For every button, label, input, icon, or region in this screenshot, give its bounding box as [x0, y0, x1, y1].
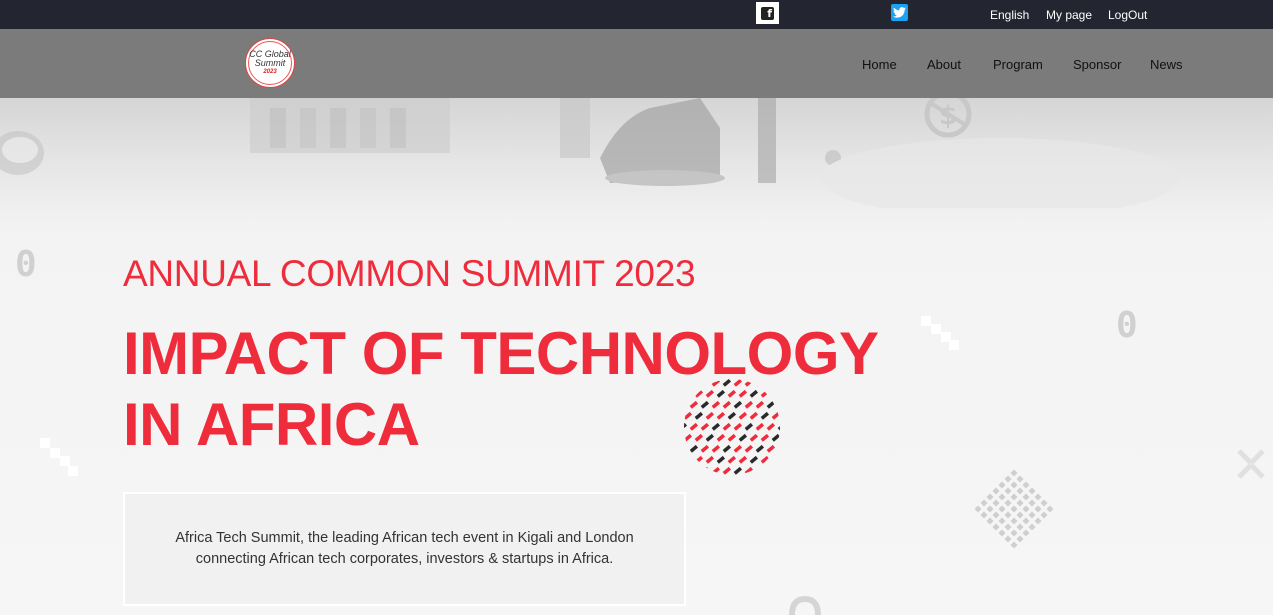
hero-description-box: Africa Tech Summit, the leading African … — [123, 492, 686, 606]
facebook-glyph: f — [761, 6, 774, 20]
main-navbar: CC Global Summit 2023 Home About Program… — [0, 29, 1273, 98]
site-logo[interactable]: CC Global Summit 2023 — [245, 38, 295, 88]
nav-item-home[interactable]: Home — [862, 57, 897, 72]
hero-title: IMPACT OF TECHNOLOGY IN AFRICA — [123, 320, 878, 458]
hero-section: $ 0 0 ANNUAL COMMON SUMMIT 2023 IMPACT O… — [0, 98, 1273, 615]
top-bar: f English My page LogOut — [0, 0, 1273, 29]
decor-zero-right: 0 — [1116, 305, 1138, 346]
nav-item-sponsor[interactable]: Sponsor — [1073, 57, 1121, 72]
language-link[interactable]: English — [990, 8, 1029, 22]
twitter-icon[interactable] — [891, 4, 908, 21]
logo-line-2: Summit — [254, 58, 286, 68]
logout-link[interactable]: LogOut — [1108, 8, 1147, 22]
twitter-bird-glyph — [893, 7, 906, 18]
hero-background-image — [0, 98, 1273, 208]
decor-partial-glyph — [789, 595, 821, 615]
decor-zero-left: 0 — [15, 244, 37, 285]
decor-cross-icon — [1237, 449, 1265, 479]
dollar-coin-icon: $ — [924, 98, 972, 138]
hero-subtitle: ANNUAL COMMON SUMMIT 2023 — [123, 253, 696, 294]
decor-pixel-steps-left — [40, 438, 78, 476]
facebook-icon[interactable]: f — [756, 2, 779, 24]
nav-item-program[interactable]: Program — [993, 57, 1043, 72]
logo-year: 2023 — [263, 69, 277, 75]
my-page-link[interactable]: My page — [1046, 8, 1092, 22]
nav-item-about[interactable]: About — [927, 57, 961, 72]
hero-description: Africa Tech Summit, the leading African … — [175, 530, 634, 567]
decor-pixel-steps-right — [921, 316, 959, 350]
logo-badge: CC Global Summit 2023 — [248, 41, 292, 85]
nav-item-news[interactable]: News — [1150, 57, 1183, 72]
decor-diamond-pattern — [975, 470, 1053, 548]
